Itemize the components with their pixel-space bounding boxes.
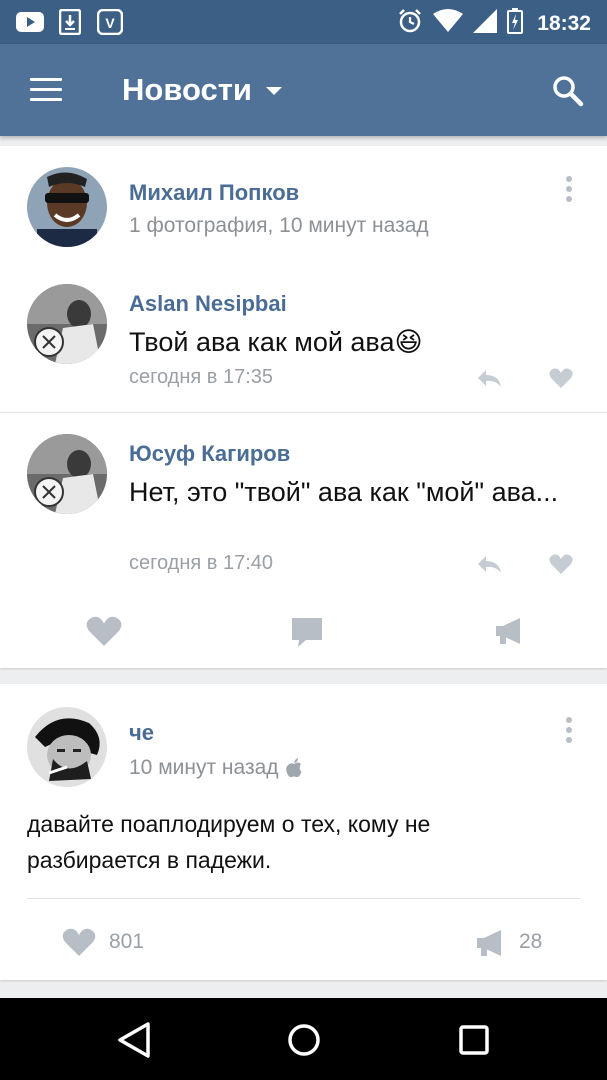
comment-time: сегодня в 17:35 xyxy=(129,366,273,388)
menu-button[interactable] xyxy=(30,78,62,102)
home-icon xyxy=(288,1024,320,1056)
alarm-icon xyxy=(397,8,423,39)
menu-icon xyxy=(30,78,62,81)
comment-time: сегодня в 17:40 xyxy=(129,552,273,574)
reply-icon[interactable] xyxy=(476,368,502,393)
post-meta: 1 фотография, 10 минут назад xyxy=(129,214,429,237)
avatar[interactable] xyxy=(27,284,107,364)
repost-count: 28 xyxy=(519,930,543,953)
status-time: 18:32 xyxy=(537,11,591,35)
megaphone-icon xyxy=(477,930,501,956)
apple-icon xyxy=(285,758,301,778)
navigation-bar xyxy=(0,998,607,1080)
heart-icon xyxy=(86,616,122,646)
reply-icon[interactable] xyxy=(476,554,502,579)
share-button[interactable] xyxy=(475,928,505,963)
post-author[interactable]: че xyxy=(129,720,154,746)
search-icon xyxy=(553,76,584,107)
vk-icon: V xyxy=(96,8,124,36)
post-meta: 10 минут назад xyxy=(129,756,279,779)
post-text: давайте поаплодируем о тех, кому не разб… xyxy=(27,811,431,873)
recents-button[interactable] xyxy=(454,1020,494,1060)
more-icon[interactable] xyxy=(564,717,574,747)
post-card: че 10 минут назад давайте поаплодируем о… xyxy=(0,684,607,980)
post-card: Михаил Попков 1 фотография, 10 минут наз… xyxy=(0,146,607,668)
feed-selector[interactable]: Новости xyxy=(122,72,282,108)
heart-icon[interactable] xyxy=(549,554,573,579)
comment-author[interactable]: Юсуф Кагиров xyxy=(129,441,290,467)
caret-down-icon xyxy=(265,87,282,95)
post-meta-row: 10 минут назад xyxy=(129,756,303,780)
avatar[interactable] xyxy=(27,167,107,247)
comment-icon xyxy=(292,618,322,647)
signal-icon xyxy=(473,9,498,38)
heart-icon xyxy=(62,928,96,956)
home-button[interactable] xyxy=(284,1020,324,1060)
recents-icon xyxy=(459,1025,489,1055)
like-count: 801 xyxy=(109,930,145,953)
wifi-icon xyxy=(433,9,464,38)
share-button[interactable] xyxy=(494,616,524,651)
app-bar: Новости xyxy=(0,44,607,136)
megaphone-icon xyxy=(496,618,520,644)
page-title: Новости xyxy=(122,72,252,107)
heart-icon[interactable] xyxy=(549,368,573,393)
back-icon xyxy=(118,1022,150,1058)
status-bar: V 18:32 xyxy=(0,0,607,44)
svg-text:V: V xyxy=(105,15,115,31)
avatar[interactable] xyxy=(27,434,107,514)
back-button[interactable] xyxy=(116,1020,156,1060)
divider xyxy=(0,412,607,413)
like-button[interactable] xyxy=(62,928,96,961)
comment-button[interactable] xyxy=(290,616,324,653)
youtube-icon xyxy=(16,8,44,36)
post-author[interactable]: Михаил Попков xyxy=(129,180,299,206)
like-button[interactable] xyxy=(86,616,122,651)
battery-icon xyxy=(507,8,524,39)
more-icon[interactable] xyxy=(564,176,574,206)
comment-author[interactable]: Aslan Nesipbai xyxy=(129,291,287,317)
download-icon xyxy=(56,8,84,36)
avatar[interactable] xyxy=(27,707,107,787)
search-button[interactable] xyxy=(551,74,585,108)
comment-text: Твой ава как мой ава😆 xyxy=(129,327,423,357)
divider xyxy=(27,898,580,899)
comment-text: Нет, это "твой" ава как "мой" ава... xyxy=(129,477,559,507)
